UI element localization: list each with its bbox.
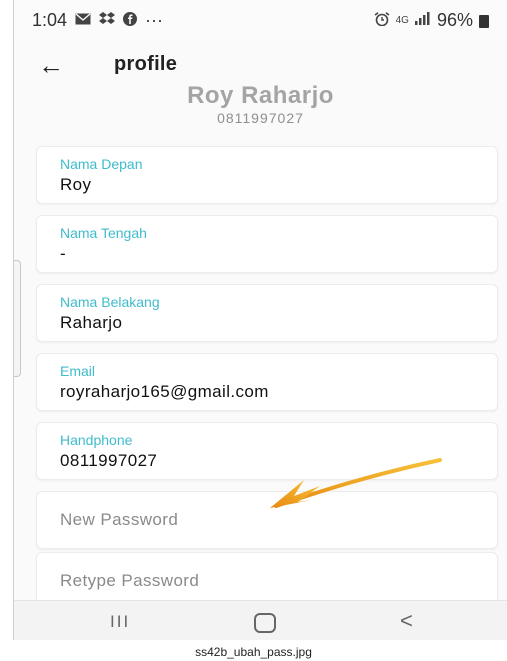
network-type-label: 4G: [395, 15, 409, 26]
system-nav-bar: III <: [14, 600, 507, 640]
profile-header: Roy Raharjo 0811997027: [14, 82, 507, 126]
nama-belakang-value[interactable]: Raharjo: [60, 313, 122, 333]
nama-depan-field[interactable]: Nama Depan Roy: [36, 146, 498, 204]
signal-icon: [414, 12, 431, 29]
handphone-value[interactable]: 0811997027: [60, 451, 157, 471]
facebook-icon: [123, 11, 138, 30]
battery-icon: [479, 15, 489, 28]
email-value[interactable]: royraharjo165@gmail.com: [60, 382, 269, 402]
page-title: profile: [114, 53, 178, 75]
side-edge-handle[interactable]: [14, 260, 21, 377]
nama-belakang-label: Nama Belakang: [60, 294, 160, 310]
dropbox-icon: [99, 11, 116, 30]
battery-percent: 96%: [436, 10, 473, 30]
nav-back-icon[interactable]: <: [400, 608, 413, 634]
status-more-dots: ···: [145, 10, 164, 30]
nama-tengah-label: Nama Tengah: [60, 225, 147, 241]
profile-phone: 0811997027: [217, 110, 304, 126]
status-left: 1:04 ···: [32, 10, 163, 31]
image-caption: ss42b_ubah_pass.jpg: [195, 645, 312, 659]
annotation-arrow-icon: [270, 458, 442, 508]
mail-icon: [75, 12, 91, 29]
profile-name: Roy Raharjo: [187, 82, 334, 109]
retype-password-placeholder[interactable]: Retype Password: [60, 571, 199, 591]
alarm-icon: [374, 11, 390, 30]
recent-apps-icon[interactable]: III: [110, 612, 130, 632]
nama-tengah-value[interactable]: -: [60, 244, 66, 264]
new-password-placeholder[interactable]: New Password: [60, 510, 178, 530]
back-arrow-icon[interactable]: ←: [38, 50, 64, 81]
nama-depan-label: Nama Depan: [60, 156, 143, 172]
status-right: 4G 96%: [374, 10, 489, 31]
nama-depan-value[interactable]: Roy: [60, 175, 91, 195]
email-label: Email: [60, 363, 96, 379]
phone-screen: 1:04 ··· 4G 96% ← profile Roy Raharjo 08…: [14, 0, 507, 640]
handphone-label: Handphone: [60, 432, 133, 448]
nama-tengah-field[interactable]: Nama Tengah -: [36, 215, 498, 273]
status-time: 1:04: [32, 10, 68, 30]
status-bar: 1:04 ··· 4G 96%: [14, 0, 507, 40]
email-field[interactable]: Email royraharjo165@gmail.com: [36, 353, 498, 411]
home-icon[interactable]: [254, 613, 276, 633]
nama-belakang-field[interactable]: Nama Belakang Raharjo: [36, 284, 498, 342]
